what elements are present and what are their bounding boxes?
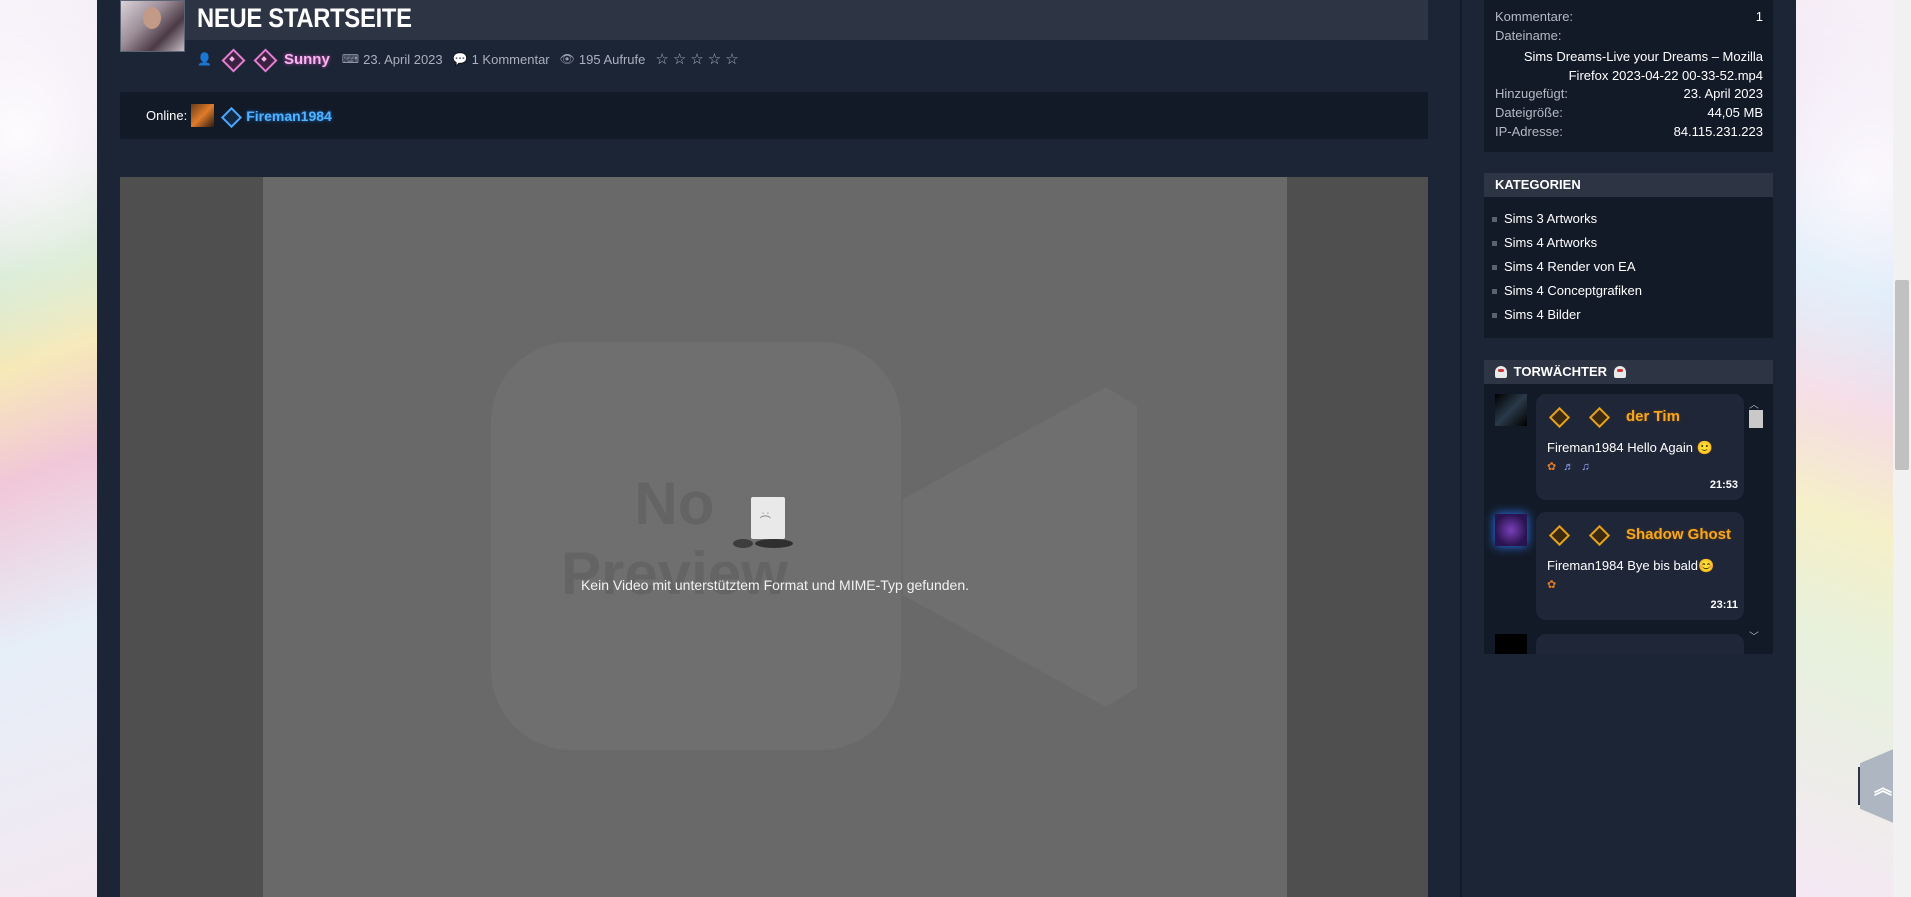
- page-background-left: [0, 0, 97, 897]
- avatar-face: [143, 7, 161, 29]
- info-label: IP-Adresse:: [1495, 124, 1563, 139]
- chevron-down-icon[interactable]: ﹀: [1749, 628, 1759, 643]
- message-author[interactable]: der Tim: [1626, 408, 1680, 425]
- message-avatar[interactable]: [1495, 634, 1527, 654]
- message-avatar[interactable]: [1495, 394, 1527, 426]
- emoji-row: ✿ ♬ ♫: [1547, 461, 1592, 473]
- emoji-row: ✿: [1547, 579, 1559, 591]
- ghost-icon: [1613, 366, 1626, 378]
- category-link[interactable]: Sims 4 Render von EA: [1492, 259, 1636, 274]
- disc-icon: [733, 539, 753, 548]
- info-value: 44,05 MB: [1707, 105, 1763, 120]
- info-added: Hinzugefügt: 23. April 2023: [1495, 86, 1763, 101]
- star-icon[interactable]: ☆: [690, 51, 707, 68]
- categories-heading-text: KATEGORIEN: [1495, 177, 1581, 192]
- category-link[interactable]: Sims 3 Artworks: [1491, 211, 1597, 226]
- user-icon: 👤: [197, 52, 212, 66]
- rank-badge-icon: [254, 49, 274, 69]
- page-scrollbar-thumb[interactable]: [1895, 280, 1909, 470]
- video-frame[interactable]: No Preview Kein Video mit unterstütztem …: [263, 177, 1287, 897]
- shoutbox-scrollbar[interactable]: ︿ ﹀: [1747, 396, 1763, 646]
- star-icon[interactable]: ☆: [655, 51, 672, 68]
- chevron-up-icon[interactable]: ︿: [1749, 396, 1759, 411]
- info-label: Hinzugefügt:: [1495, 86, 1568, 101]
- info-comments: Kommentare: 1: [1495, 9, 1763, 24]
- calendar-icon: ⌨: [341, 52, 360, 66]
- rank-badge-icon: [222, 49, 242, 69]
- rank-badge-icon: [1588, 524, 1608, 544]
- comment-count-link[interactable]: 1 Kommentar: [472, 52, 550, 67]
- video-player[interactable]: No Preview Kein Video mit unterstütztem …: [120, 177, 1428, 897]
- sidebar-divider: [1460, 0, 1462, 897]
- rank-badge-icon: [1548, 524, 1568, 544]
- info-size: Dateigröße: 44,05 MB: [1495, 105, 1763, 120]
- category-link[interactable]: Sims 4 Artworks: [1491, 235, 1597, 250]
- icon-shadow: [755, 539, 793, 548]
- category-link[interactable]: Sims 4 Bilder: [1492, 307, 1581, 322]
- categories-heading: KATEGORIEN: [1484, 173, 1773, 197]
- message-time: 23:11: [1710, 599, 1738, 611]
- rank-badge-icon: [220, 106, 240, 126]
- info-value: 84.115.231.223: [1673, 124, 1763, 139]
- filename-line1: Sims Dreams-Live your Dreams – Mozilla: [1523, 49, 1763, 64]
- categories-list: Sims 3 Artworks Sims 4 Artworks Sims 4 R…: [1484, 197, 1773, 338]
- file-info-panel: Kommentare: 1 Dateiname: Sims Dreams-Liv…: [1484, 0, 1773, 152]
- info-filename-label: Dateiname:: [1495, 28, 1763, 43]
- video-error-message: Kein Video mit unterstütztem Format und …: [580, 577, 970, 593]
- message-time: 21:53: [1709, 479, 1738, 491]
- author-avatar[interactable]: [120, 0, 185, 52]
- online-user-avatar[interactable]: [191, 104, 215, 127]
- info-value: 1: [1755, 9, 1763, 24]
- guards-heading-text: TORWÄCHTER: [1513, 364, 1608, 379]
- ghost-icon: [1495, 366, 1507, 378]
- category-link[interactable]: Sims 4 Conceptgrafiken: [1491, 283, 1642, 298]
- info-label: Dateigröße:: [1495, 105, 1563, 120]
- message-text: Fireman1984 Hello Again 🙂: [1547, 440, 1713, 455]
- shoutbox: der Tim Fireman1984 Hello Again 🙂 ✿ ♬ ♫ …: [1484, 384, 1773, 654]
- message-text: Fireman1984 Bye bis bald😊: [1547, 558, 1715, 573]
- main-content: NEUE STARTSEITE 👤 Sunny ⌨ 23. April 2023…: [97, 0, 1460, 897]
- camera-lens-shape: [903, 387, 1137, 707]
- scroll-to-top-icon: ︽: [1874, 778, 1892, 798]
- info-label: Kommentare:: [1495, 9, 1574, 24]
- star-icon[interactable]: ☆: [725, 51, 742, 68]
- info-ip: IP-Adresse: 84.115.231.223: [1495, 124, 1763, 139]
- online-user-link[interactable]: Fireman1984: [246, 108, 332, 124]
- guards-heading: TORWÄCHTER: [1484, 360, 1773, 384]
- site-container: NEUE STARTSEITE 👤 Sunny ⌨ 23. April 2023…: [97, 0, 1796, 897]
- online-label: Online:: [146, 108, 188, 123]
- rank-badge-icon: [1548, 406, 1568, 426]
- shoutbox-message: [1536, 634, 1744, 654]
- author-link[interactable]: Sunny: [284, 51, 330, 68]
- online-bar: Online: Fireman1984: [120, 92, 1428, 139]
- post-meta: 👤 Sunny ⌨ 23. April 2023 💬 1 Kommentar 👁…: [197, 44, 743, 74]
- shoutbox-message: Shadow Ghost Fireman1984 Bye bis bald😊 ✿…: [1536, 512, 1744, 620]
- view-count: 195 Aufrufe: [578, 51, 646, 67]
- sad-document-icon: [751, 497, 785, 539]
- info-filename-value: Sims Dreams-Live your Dreams – Mozilla F…: [1495, 47, 1763, 85]
- info-value: 23. April 2023: [1683, 86, 1763, 101]
- eye-icon: 👁: [559, 52, 575, 66]
- shoutbox-message: der Tim Fireman1984 Hello Again 🙂 ✿ ♬ ♫ …: [1536, 394, 1744, 500]
- star-icon[interactable]: ☆: [673, 51, 690, 68]
- page-title: NEUE STARTSEITE: [197, 3, 412, 33]
- rank-badge-icon: [1588, 406, 1608, 426]
- filename-line2: Firefox 2023-04-22 00-33-52.mp4: [1568, 68, 1763, 83]
- comments-icon: 💬: [452, 52, 468, 66]
- star-icon[interactable]: ☆: [708, 51, 725, 68]
- message-author[interactable]: Shadow Ghost: [1626, 526, 1731, 543]
- info-label: Dateiname:: [1495, 28, 1562, 43]
- broken-file-icon: [733, 497, 793, 552]
- post-date: 23. April 2023: [363, 51, 443, 67]
- message-avatar[interactable]: [1495, 514, 1527, 546]
- scrollbar-thumb[interactable]: [1749, 410, 1763, 428]
- rating-stars[interactable]: ☆☆☆☆☆: [655, 50, 742, 68]
